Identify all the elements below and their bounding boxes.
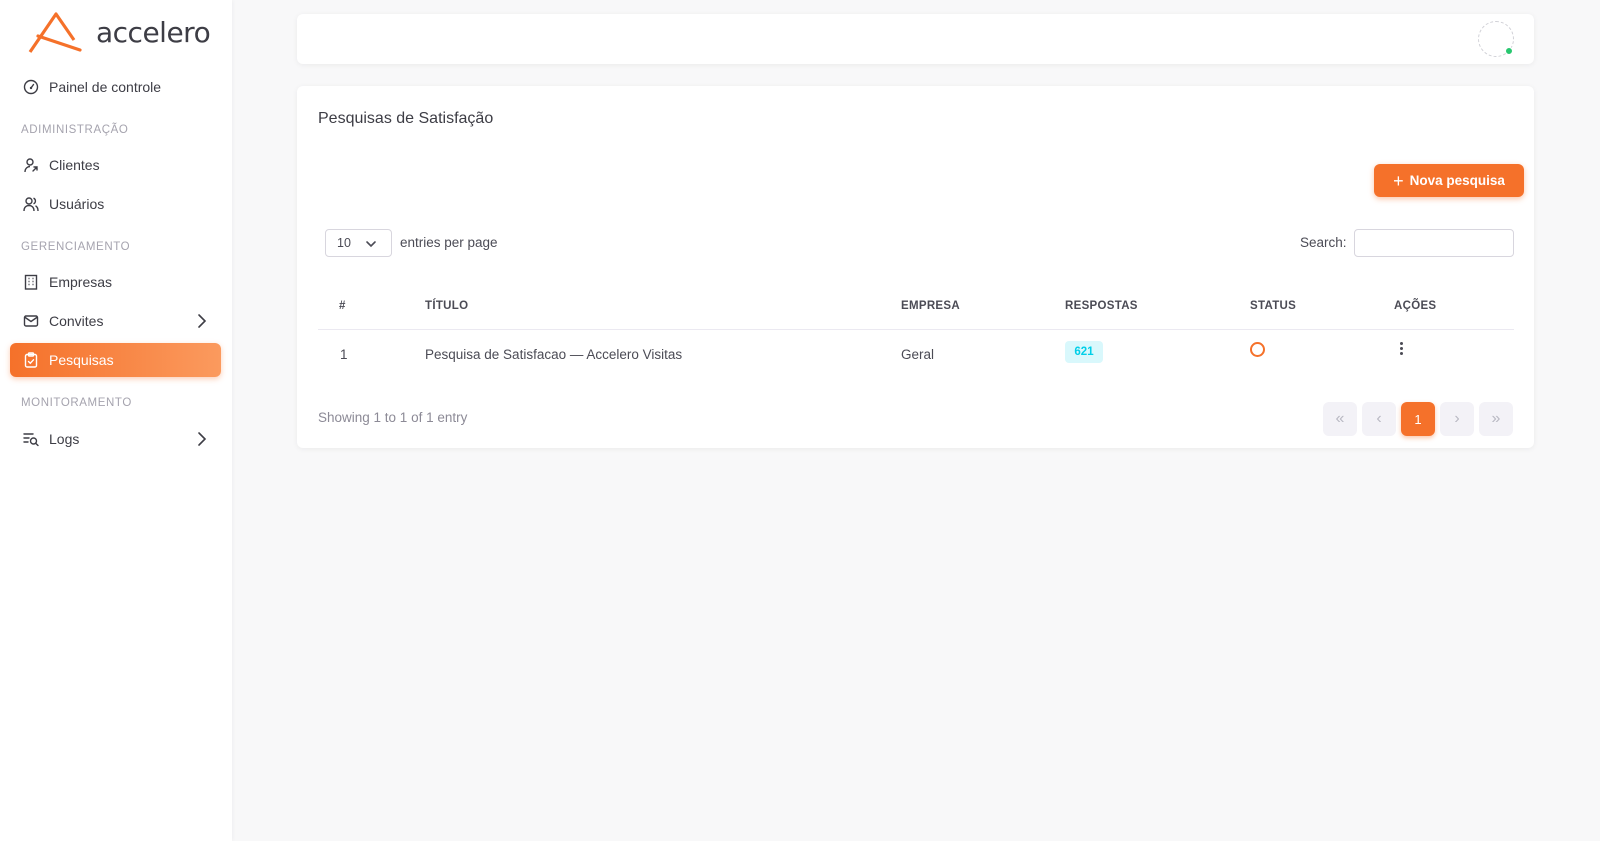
- search-input[interactable]: [1354, 229, 1514, 257]
- pagination-prev-button[interactable]: ‹: [1362, 402, 1396, 436]
- column-header-number[interactable]: #: [339, 300, 346, 312]
- sidebar-item-label: Usuários: [49, 196, 105, 212]
- section-label-gerenciamento: GERENCIAMENTO: [21, 241, 131, 253]
- sidebar-item-empresas[interactable]: Empresas: [10, 265, 221, 299]
- gauge-icon: [22, 78, 40, 96]
- sidebar-item-label: Convites: [49, 313, 104, 329]
- page-title: Pesquisas de Satisfação: [318, 110, 494, 127]
- column-header-responses[interactable]: RESPOSTAS: [1065, 300, 1138, 312]
- users-icon: [22, 195, 40, 213]
- building-icon: [22, 273, 40, 291]
- column-header-status[interactable]: STATUS: [1250, 300, 1296, 312]
- row-company: Geral: [901, 347, 935, 362]
- surveys-card: Pesquisas de Satisfação + Nova pesquisa …: [297, 86, 1534, 448]
- column-header-title[interactable]: TÍTULO: [425, 300, 468, 312]
- sidebar-item-convites[interactable]: Convites: [10, 304, 221, 338]
- entries-per-page-label: entries per page: [400, 235, 498, 250]
- user-avatar[interactable]: [1478, 21, 1514, 57]
- section-label-monitoramento: MONITORAMENTO: [21, 397, 132, 409]
- sidebar-item-label: Logs: [49, 431, 80, 447]
- sidebar-item-clientes[interactable]: Clientes: [10, 148, 221, 182]
- showing-entries-info: Showing 1 to 1 of 1 entry: [318, 410, 468, 425]
- pagination-page-1[interactable]: 1: [1401, 402, 1435, 436]
- new-survey-label: Nova pesquisa: [1409, 173, 1505, 188]
- sidebar-item-dashboard[interactable]: Painel de controle: [10, 70, 221, 104]
- sidebar-item-label: Pesquisas: [49, 352, 114, 368]
- clipboard-check-icon: [22, 351, 40, 369]
- mail-icon: [22, 312, 40, 330]
- sidebar-item-label: Painel de controle: [49, 79, 162, 95]
- column-header-company[interactable]: EMPRESA: [901, 300, 960, 312]
- row-number: 1: [340, 347, 348, 362]
- top-navbar: [297, 14, 1534, 64]
- plus-icon: +: [1393, 170, 1404, 191]
- status-toggle[interactable]: [1250, 342, 1265, 357]
- pagination-next-button[interactable]: ›: [1440, 402, 1474, 436]
- column-header-actions: AÇÕES: [1394, 300, 1437, 312]
- sidebar-item-pesquisas[interactable]: Pesquisas: [10, 343, 221, 377]
- chevron-right-icon: [197, 431, 207, 450]
- accelero-logo-icon: [28, 12, 82, 53]
- list-search-icon: [22, 430, 40, 448]
- online-status-dot: [1505, 47, 1513, 55]
- pagination-first-button[interactable]: «: [1323, 402, 1357, 436]
- table-divider: [318, 329, 1514, 330]
- entries-per-page-select[interactable]: 10: [325, 229, 392, 257]
- new-survey-button[interactable]: + Nova pesquisa: [1374, 164, 1524, 197]
- row-actions-kebab-icon[interactable]: [1396, 340, 1406, 358]
- brand-name: accelero: [96, 15, 211, 49]
- chevron-right-icon: [197, 313, 207, 332]
- sidebar-item-logs[interactable]: Logs: [10, 422, 221, 456]
- sidebar: accelero Painel de controle ADIMINISTRAÇ…: [0, 0, 232, 841]
- user-arrow-icon: [22, 156, 40, 174]
- chevron-down-icon: [365, 238, 377, 252]
- search-label: Search:: [1300, 235, 1347, 250]
- responses-badge: 621: [1065, 341, 1103, 363]
- section-label-administracao: ADIMINISTRAÇÃO: [21, 124, 129, 136]
- sidebar-item-usuarios[interactable]: Usuários: [10, 187, 221, 221]
- brand-logo[interactable]: accelero: [28, 10, 211, 54]
- sidebar-item-label: Empresas: [49, 274, 113, 290]
- row-title: Pesquisa de Satisfacao — Accelero Visita…: [425, 347, 683, 362]
- sidebar-item-label: Clientes: [49, 157, 100, 173]
- entries-value: 10: [337, 236, 351, 250]
- pagination-last-button[interactable]: »: [1479, 402, 1513, 436]
